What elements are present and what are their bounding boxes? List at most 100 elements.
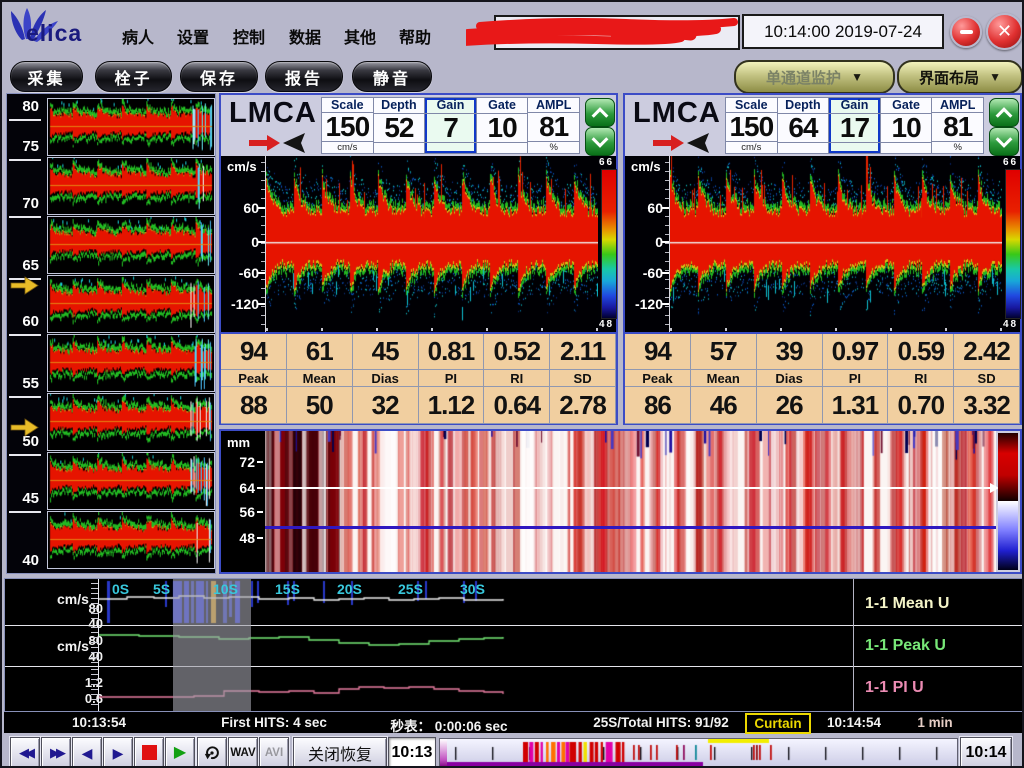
redaction-scribble — [466, 14, 766, 52]
mean-value-2: 46 — [691, 387, 757, 424]
mmode-colorbar-positive — [998, 433, 1018, 501]
depth-thumbnail[interactable] — [47, 157, 215, 215]
depth-thumbnail[interactable] — [47, 334, 215, 392]
peak-value: 94 — [221, 334, 287, 370]
param-down-button[interactable] — [585, 127, 615, 156]
time-marker: 10S — [213, 581, 238, 597]
depth-thumbnail[interactable] — [47, 98, 215, 156]
dias-value: 39 — [757, 334, 823, 370]
param-grid: Scale 150 cm/s Depth 52 Gain 7 Gate 10 — [321, 97, 580, 154]
acquire-button[interactable]: 采集 — [10, 61, 83, 92]
depth-thumbnail[interactable] — [47, 216, 215, 274]
double-right-arrow-icon: ▶▶ — [50, 746, 62, 759]
peak-value-2: 86 — [625, 387, 691, 424]
depth-thumbnail[interactable] — [47, 452, 215, 510]
mean-label: Mean — [691, 370, 757, 387]
layout-dropdown[interactable]: 界面布局 ▼ — [897, 60, 1023, 94]
status-window-length: 1 min — [917, 715, 952, 730]
curtain-button[interactable]: Curtain — [745, 713, 811, 734]
menu-data[interactable]: 数据 — [289, 24, 321, 48]
step-forward-button[interactable]: ▶ — [103, 737, 133, 768]
ruler-tick — [257, 511, 263, 513]
close-button[interactable]: ✕ — [986, 13, 1023, 50]
depth-thumbnail[interactable] — [47, 275, 215, 333]
double-left-arrow-icon: ◀◀ — [19, 746, 31, 759]
param-gate[interactable]: Gate 10 — [477, 98, 529, 153]
dias-label: Dias — [757, 370, 823, 387]
minimize-button[interactable] — [950, 16, 982, 48]
menu-other[interactable]: 其他 — [344, 24, 376, 48]
depth-marker-arrow — [10, 276, 40, 295]
vessel-name: LMCA — [633, 97, 721, 130]
emboli-button[interactable]: 栓子 — [95, 61, 172, 92]
spectrum-tick: 0 — [221, 234, 259, 250]
status-total-hits: 25S/Total HITS: 91/92 — [593, 715, 729, 730]
datetime-display: 10:14:00 2019-07-24 — [742, 14, 944, 49]
step-back-button[interactable]: ◀ — [72, 737, 102, 768]
channel-panel-1: LMCA Scale 150 cm/s Depth 52 Gain 7 — [219, 93, 618, 425]
mute-button[interactable]: 静音 — [352, 61, 432, 92]
vessel-name: LMCA — [229, 97, 317, 130]
play-button[interactable]: ▶ — [165, 737, 195, 768]
ruler-tick — [257, 487, 263, 489]
sd-value-2: 3.32 — [954, 387, 1020, 424]
trend-plot-area: 0S 5S 10S 15S 20S 25S 30S — [99, 579, 853, 711]
menu-patient[interactable]: 病人 — [122, 24, 154, 48]
rewind-fast-button[interactable]: ◀◀ — [10, 737, 40, 768]
param-gate[interactable]: Gate 10 — [881, 98, 933, 153]
param-scale[interactable]: Scale 150 cm/s — [322, 98, 374, 153]
time-marker: 20S — [337, 581, 362, 597]
recording-timeline[interactable] — [439, 738, 958, 768]
left-arrow-icon: ◀ — [82, 746, 93, 760]
monitor-mode-dropdown[interactable]: 单通道监护 ▼ — [734, 60, 895, 94]
results-table: 94 57 39 0.97 0.59 2.42 Peak Mean Dias P… — [625, 332, 1020, 424]
forward-fast-button[interactable]: ▶▶ — [41, 737, 71, 768]
param-gain[interactable]: Gain 17 — [829, 98, 881, 153]
param-down-button[interactable] — [989, 127, 1019, 156]
chevron-down-icon — [993, 134, 1015, 150]
save-button[interactable]: 保存 — [180, 61, 258, 92]
stop-record-button[interactable] — [134, 737, 164, 768]
param-up-button[interactable] — [585, 98, 615, 127]
close-restore-button[interactable]: 关闭恢复 — [293, 737, 387, 768]
status-bar: 10:13:54 First HITS: 4 sec 秒表： 0:00:06 s… — [4, 712, 1024, 733]
depth-scan-panel: 80 75 70 65 60 55 50 45 40 — [6, 93, 216, 574]
param-depth[interactable]: Depth 64 — [778, 98, 830, 153]
loop-replay-button[interactable] — [197, 737, 227, 768]
param-ampl[interactable]: AMPL 81 % — [528, 98, 579, 153]
param-ampl[interactable]: AMPL 81 % — [932, 98, 983, 153]
param-grid: Scale 150 cm/s Depth 64 Gain 17 Gate 10 — [725, 97, 984, 154]
param-up-button[interactable] — [989, 98, 1019, 127]
monitor-mode-label: 单通道监护 — [766, 67, 841, 88]
depth-thumbnail[interactable] — [47, 393, 215, 451]
depth-label: 80 — [7, 98, 39, 115]
transport-bar: ◀◀ ▶▶ ◀ ▶ ▶ WAV AVI 关闭恢复 10:13 10:14 — [2, 734, 1024, 768]
time-marker: 25S — [398, 581, 423, 597]
minimize-icon — [960, 30, 973, 34]
trend-label-pi: 1-1 PI U — [865, 679, 924, 697]
menu-help[interactable]: 帮助 — [399, 24, 431, 48]
spectrum-tick: -120 — [625, 296, 663, 312]
chevron-down-icon: ▼ — [989, 70, 1001, 84]
report-button[interactable]: 报告 — [265, 61, 343, 92]
mmode-ruler: mm 72 64 56 48 — [221, 431, 265, 572]
sd-value-2: 2.78 — [550, 387, 616, 424]
scale-ticks — [91, 669, 98, 709]
axis-tick — [661, 241, 669, 243]
menu-settings[interactable]: 设置 — [177, 24, 209, 48]
time-marker: 15S — [275, 581, 300, 597]
trend-panel: cm/s 80 40 cm/s 80 40 1.2 0.6 0S 5S 10S … — [4, 578, 1024, 712]
results-table: 94 61 45 0.81 0.52 2.11 Peak Mean Dias P… — [221, 332, 616, 424]
patient-name-field[interactable] — [494, 15, 740, 50]
wav-export-button[interactable]: WAV — [228, 737, 258, 768]
avi-export-button[interactable]: AVI — [259, 737, 289, 768]
time-marker: 5S — [153, 581, 170, 597]
param-scale[interactable]: Scale 150 cm/s — [726, 98, 778, 153]
menu-control[interactable]: 控制 — [233, 24, 265, 48]
param-gain[interactable]: Gain 7 — [425, 98, 477, 153]
status-time-left: 10:13:54 — [72, 715, 126, 730]
param-depth[interactable]: Depth 52 — [374, 98, 426, 153]
mean-value: 61 — [287, 334, 353, 370]
depth-thumbnail[interactable] — [47, 511, 215, 569]
ri-label: RI — [484, 370, 550, 387]
